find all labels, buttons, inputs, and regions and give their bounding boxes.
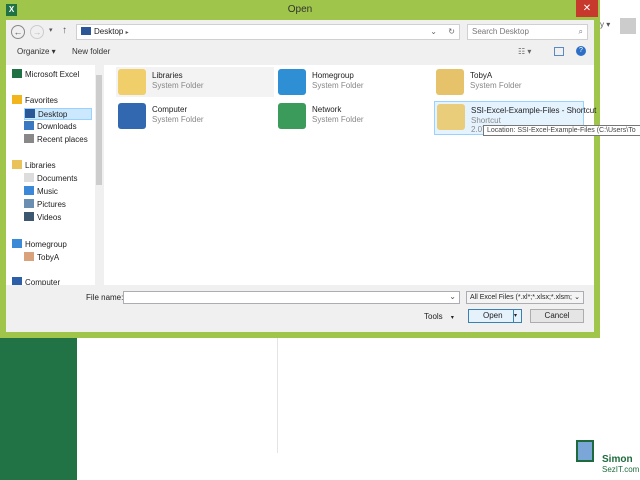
computer-icon <box>12 277 22 285</box>
file-item[interactable]: Network System Folder <box>276 101 426 131</box>
file-name-input[interactable]: ⌄ <box>123 291 460 304</box>
tree-item-label: Videos <box>37 213 62 222</box>
shortcut-folder-icon <box>437 104 465 130</box>
address-path[interactable]: Desktop <box>94 27 123 36</box>
network-icon <box>278 103 306 129</box>
desktop-icon <box>81 27 91 35</box>
tree-item-documents[interactable]: Documents <box>24 173 77 185</box>
organize-button[interactable]: Organize ▾ <box>17 46 56 58</box>
music-icon <box>24 186 34 195</box>
chevron-down-icon[interactable]: ⌄ <box>449 292 456 301</box>
tree-item-favorites[interactable]: Favorites <box>12 95 58 107</box>
user-icon <box>24 252 34 261</box>
avatar[interactable] <box>620 18 636 34</box>
close-button[interactable]: ✕ <box>576 0 598 17</box>
address-dropdown[interactable]: ⌄ <box>430 25 437 39</box>
homegroup-icon <box>12 239 22 248</box>
tree-item-label: Documents <box>37 174 78 183</box>
tree-item-label: Libraries <box>25 161 56 170</box>
libraries-icon <box>12 160 22 169</box>
libraries-folder-icon <box>118 69 146 95</box>
file-item[interactable]: Libraries System Folder <box>116 67 274 97</box>
excel-icon <box>12 69 22 78</box>
documents-icon <box>24 173 34 182</box>
tree-item-label: Microsoft Excel <box>25 70 80 79</box>
downloads-icon <box>24 121 34 130</box>
tree-item-tobya[interactable]: TobyA <box>24 252 59 264</box>
new-folder-button[interactable]: New folder <box>72 46 110 58</box>
tree-item-label: Computer <box>25 278 61 285</box>
help-icon[interactable]: ? <box>576 46 586 56</box>
file-item[interactable]: Computer System Folder <box>116 101 266 131</box>
star-icon <box>12 95 22 104</box>
tree-item-downloads[interactable]: Downloads <box>24 121 77 133</box>
navigation-pane: Microsoft Excel Favorites Desktop Downloads… <box>6 65 103 285</box>
recent-icon <box>24 134 34 143</box>
open-button[interactable]: Open ▾ <box>468 309 522 323</box>
tree-item-label: Homegroup <box>25 240 67 249</box>
videos-icon <box>24 212 34 221</box>
dialog-title: Open <box>287 4 313 15</box>
preview-pane-icon[interactable] <box>554 47 564 56</box>
tree-item-computer[interactable]: Computer <box>12 277 60 285</box>
tree-item-label: TobyA <box>37 253 60 262</box>
forward-button[interactable]: → <box>30 25 44 39</box>
tree-item-label: Recent places <box>37 135 88 144</box>
tree-item-libraries[interactable]: Libraries <box>12 160 56 172</box>
simonsezit-logo: Simon SezIT.com <box>568 432 639 476</box>
homegroup-icon <box>278 69 306 95</box>
computer-icon <box>118 103 146 129</box>
tree-item-label: Music <box>37 187 58 196</box>
search-icon: ⌕ <box>578 27 583 36</box>
scrollbar-thumb[interactable] <box>96 75 102 185</box>
tree-item-desktop[interactable]: Desktop <box>24 108 92 120</box>
tree-item-label: Pictures <box>37 200 66 209</box>
open-dropdown-icon[interactable]: ▾ <box>513 310 521 322</box>
recent-locations-dropdown[interactable]: ▾ <box>49 26 53 34</box>
refresh-icon[interactable]: ↻ <box>448 25 455 39</box>
tree-item-recent-places[interactable]: Recent places <box>24 134 88 146</box>
file-item[interactable]: TobyA System Folder <box>434 67 584 97</box>
address-bar[interactable]: Desktop ▸ ⌄ ↻ <box>76 24 460 40</box>
desktop-icon <box>25 109 35 118</box>
file-name-label: File name: <box>86 293 124 302</box>
tree-item-homegroup[interactable]: Homegroup <box>12 239 67 251</box>
tree-item-label: Downloads <box>37 122 77 131</box>
chevron-down-icon: ⌄ <box>574 292 580 303</box>
file-item[interactable]: Homegroup System Folder <box>276 67 426 97</box>
search-input[interactable]: Search Desktop ⌕ <box>467 24 588 40</box>
open-dialog: X Open ✕ ← → ▾ ↑ Desktop ▸ ⌄ ↻ Search De… <box>0 0 640 338</box>
tree-item-label: Favorites <box>25 96 58 105</box>
tree-item-pictures[interactable]: Pictures <box>24 199 66 211</box>
divider <box>277 338 278 453</box>
view-options-icon[interactable]: ☷ ▾ <box>518 46 531 58</box>
account-name[interactable]: y ▾ <box>600 20 610 29</box>
pictures-icon <box>24 199 34 208</box>
tree-item-label: Desktop <box>38 110 68 119</box>
cancel-button[interactable]: Cancel <box>530 309 584 323</box>
file-list: Libraries System Folder Homegroup System Fo… <box>104 65 596 285</box>
user-folder-icon <box>436 69 464 95</box>
tooltip: Location: SSI-Excel-Example-Files (C:\Us… <box>483 125 640 136</box>
tree-item-microsoft-excel[interactable]: Microsoft Excel <box>12 69 79 81</box>
file-type-select[interactable]: All Excel Files (*.xl*;*.xlsx;*.xlsm; ⌄ <box>466 291 584 304</box>
excel-backstage-sidebar <box>0 338 77 480</box>
tree-item-videos[interactable]: Videos <box>24 212 61 224</box>
tools-button[interactable]: Tools ▾ <box>424 312 454 321</box>
tree-item-music[interactable]: Music <box>24 186 58 198</box>
back-button[interactable]: ← <box>11 25 25 39</box>
up-button[interactable]: ↑ <box>62 25 67 36</box>
